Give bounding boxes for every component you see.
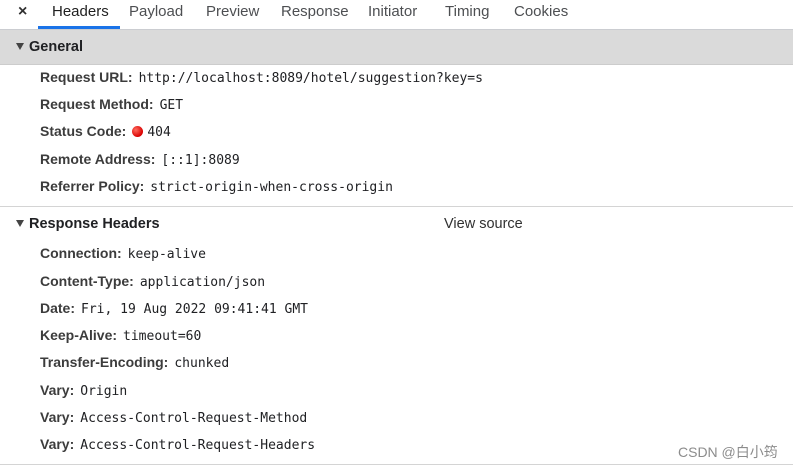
- header-key: Connection:: [40, 245, 122, 261]
- header-value: keep-alive: [127, 247, 206, 262]
- section-title: Response Headers: [29, 216, 160, 232]
- section-title: General: [29, 39, 83, 55]
- header-value: application/json: [139, 275, 266, 290]
- header-key: Request Method:: [40, 96, 154, 112]
- error-status-icon: [132, 126, 144, 137]
- header-row-referrer-policy: Referrer Policy: strict-origin-when-cross…: [40, 177, 393, 197]
- header-key: Remote Address:: [40, 151, 156, 167]
- section-divider: [0, 464, 793, 465]
- header-row-keep-alive: Keep-Alive: timeout=60: [40, 326, 201, 346]
- tab-response[interactable]: Response: [281, 3, 349, 20]
- header-key: Date:: [40, 300, 76, 316]
- tab-cookies[interactable]: Cookies: [514, 3, 568, 20]
- header-row-status-code: Status Code: 404: [40, 122, 171, 142]
- header-value: http://localhost:8089/hotel/suggestion?k…: [138, 71, 483, 86]
- header-value: GET: [159, 98, 184, 113]
- header-key: Request URL:: [40, 69, 133, 85]
- header-key: Vary:: [40, 382, 75, 398]
- header-row-request-url: Request URL: http://localhost:8089/hotel/…: [40, 68, 483, 88]
- watermark: CSDN @白小筠: [678, 444, 778, 460]
- header-value: [::1]:8089: [161, 153, 240, 168]
- header-row-connection: Connection: keep-alive: [40, 244, 206, 264]
- header-value: 404: [147, 125, 171, 140]
- response-headers-section-header[interactable]: Response Headers View source: [0, 206, 793, 241]
- header-key: Content-Type:: [40, 273, 134, 289]
- header-key: Status Code:: [40, 123, 127, 139]
- header-value: strict-origin-when-cross-origin: [150, 180, 393, 195]
- header-key: Keep-Alive:: [40, 327, 118, 343]
- header-value: timeout=60: [123, 329, 202, 344]
- active-tab-indicator: [38, 26, 120, 29]
- header-value: Fri, 19 Aug 2022 09:41:41 GMT: [81, 302, 308, 317]
- header-row-request-method: Request Method: GET: [40, 95, 183, 115]
- tab-timing[interactable]: Timing: [445, 3, 489, 20]
- header-value: Access-Control-Request-Method: [80, 411, 308, 426]
- header-row-vary: Vary: Origin: [40, 381, 127, 401]
- header-value: chunked: [174, 356, 230, 371]
- header-row-transfer-encoding: Transfer-Encoding: chunked: [40, 353, 229, 373]
- tab-initiator[interactable]: Initiator: [368, 3, 417, 20]
- header-row-content-type: Content-Type: application/json: [40, 272, 265, 292]
- header-value: Origin: [80, 384, 128, 399]
- tab-payload[interactable]: Payload: [129, 3, 183, 20]
- header-row-date: Date: Fri, 19 Aug 2022 09:41:41 GMT: [40, 299, 308, 319]
- close-icon[interactable]: ×: [18, 3, 27, 21]
- general-section-header[interactable]: General: [0, 30, 793, 65]
- header-value: Access-Control-Request-Headers: [80, 438, 316, 453]
- tab-headers[interactable]: Headers: [52, 3, 109, 20]
- header-key: Vary:: [40, 436, 75, 452]
- header-key: Referrer Policy:: [40, 178, 145, 194]
- header-row-remote-address: Remote Address: [::1]:8089: [40, 150, 240, 170]
- devtools-tab-bar: × Headers Payload Preview Response Initi…: [0, 0, 793, 30]
- header-row-vary: Vary: Access-Control-Request-Method: [40, 408, 307, 428]
- tab-preview[interactable]: Preview: [206, 3, 259, 20]
- header-key: Transfer-Encoding:: [40, 354, 169, 370]
- header-row-vary: Vary: Access-Control-Request-Headers: [40, 435, 315, 455]
- view-source-link[interactable]: View source: [444, 207, 523, 241]
- header-key: Vary:: [40, 409, 75, 425]
- expand-triangle-icon[interactable]: [16, 43, 24, 50]
- expand-triangle-icon[interactable]: [16, 220, 24, 227]
